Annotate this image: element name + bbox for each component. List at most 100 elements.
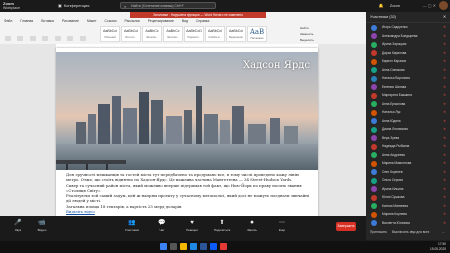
participant-row[interactable]: Дарья Кирилова ✕ bbox=[366, 49, 450, 58]
tab-review[interactable]: Рецензирование bbox=[148, 19, 174, 23]
video-button[interactable]: 📹 Видео bbox=[30, 219, 54, 232]
tab-insert[interactable]: Вставка bbox=[41, 19, 54, 23]
tab-layout[interactable]: Макет bbox=[87, 19, 97, 23]
document-page[interactable]: Хадсон Ярдс Для зручності мешканців та г… bbox=[56, 48, 318, 216]
participant-row[interactable]: Наталья Воронова ✕ bbox=[366, 74, 450, 83]
participant-row[interactable]: Виолетта Юганова ✕ bbox=[366, 219, 450, 228]
photo-title: Хадсон Ярдс bbox=[243, 60, 310, 71]
align-left-icon[interactable] bbox=[67, 36, 74, 41]
avatar[interactable] bbox=[439, 1, 448, 10]
zoom-icon[interactable] bbox=[210, 243, 217, 250]
avatar bbox=[371, 160, 377, 167]
participant-row[interactable]: Александра Болдырева ✕ bbox=[366, 32, 450, 41]
participant-name: Наталья Воронова bbox=[382, 76, 410, 80]
italic-icon[interactable] bbox=[42, 36, 49, 41]
style-title[interactable]: AaB Название bbox=[247, 26, 267, 42]
editing-tools: Найти Заменить Выделить bbox=[300, 26, 314, 42]
participant-row[interactable]: Ксения Матвеева ✕ bbox=[366, 202, 450, 211]
share-button[interactable]: ⬆ Поделиться bbox=[210, 219, 234, 232]
system-clock[interactable]: 17:50 15.05.2025 bbox=[430, 242, 446, 251]
bell-icon[interactable]: 🔔 bbox=[379, 3, 384, 8]
replace-button[interactable]: Заменить bbox=[300, 32, 314, 36]
participant-row[interactable]: Маргарита Бакшина ✕ bbox=[366, 91, 450, 100]
bold-icon[interactable] bbox=[29, 36, 36, 41]
style-subtitle[interactable]: AaBbCcD Подзагол... bbox=[184, 26, 204, 42]
tab-home[interactable]: Главная bbox=[20, 19, 33, 23]
record-button[interactable]: ⏺ Запись bbox=[240, 219, 264, 232]
style-emphasis[interactable]: AaBbCcl Слабое в... bbox=[205, 26, 225, 42]
style-heading2[interactable]: AaBbCc Заголов... bbox=[163, 26, 183, 42]
invite-button[interactable]: Пригласить bbox=[370, 230, 387, 234]
participant-row[interactable]: Марина Мамонтова ✕ bbox=[366, 159, 450, 168]
participant-row[interactable]: Анна Ермолова ✕ bbox=[366, 100, 450, 109]
record-icon: ⏺ bbox=[250, 220, 254, 226]
participant-row[interactable]: Ольга Серова ✕ bbox=[366, 176, 450, 185]
avatar bbox=[371, 41, 377, 48]
participant-row[interactable]: Анна Синякова ✕ bbox=[366, 66, 450, 75]
participant-row[interactable]: Олег Коренев ✕ bbox=[366, 168, 450, 177]
font-tools bbox=[4, 28, 94, 59]
participant-row[interactable]: Диана Лесникова ✕ bbox=[366, 125, 450, 134]
browser-icon[interactable] bbox=[190, 243, 197, 250]
participant-row[interactable]: Игорь Сидоренко ✕ bbox=[366, 23, 450, 32]
paragraph: Для зручності мешканців та гостей міста … bbox=[66, 172, 300, 183]
tab-draw[interactable]: Рисование bbox=[62, 19, 79, 23]
app-icon[interactable] bbox=[220, 243, 227, 250]
participant-row[interactable]: Кирилл Карахов ✕ bbox=[366, 57, 450, 66]
participant-row[interactable]: Анна Юдина ✕ bbox=[366, 117, 450, 126]
participant-name: Маргарита Бакшина bbox=[382, 93, 412, 97]
style-highlight[interactable]: AaBbCcl Выделение bbox=[226, 26, 246, 42]
participant-row[interactable]: Анна Андреева ✕ bbox=[366, 151, 450, 160]
close-icon[interactable]: ✕ bbox=[443, 12, 446, 22]
folder-icon[interactable] bbox=[180, 243, 187, 250]
paste-icon[interactable] bbox=[5, 36, 11, 41]
participant-name: Диана Лесникова bbox=[382, 127, 408, 131]
participant-row[interactable]: Ирина Зароцкая ✕ bbox=[366, 40, 450, 49]
font-select[interactable] bbox=[17, 36, 24, 41]
avatar bbox=[371, 211, 377, 218]
word-icon[interactable] bbox=[200, 243, 207, 250]
style-no-spacing[interactable]: AaBbCcl Без инт... bbox=[121, 26, 141, 42]
participant-row[interactable]: Ирина Ильина ✕ bbox=[366, 185, 450, 194]
window-controls[interactable]: — ▢ ✕ bbox=[423, 3, 436, 8]
end-meeting-button[interactable]: Завершить bbox=[336, 222, 356, 231]
tab-references[interactable]: Ссылки bbox=[105, 19, 117, 23]
style-heading1[interactable]: AaBbCc Заголов... bbox=[142, 26, 162, 42]
more-options-button[interactable]: ... bbox=[442, 230, 445, 234]
participant-name: Надежда Рыбкина bbox=[382, 144, 410, 148]
mute-all-button[interactable]: Выключить звук для всех bbox=[392, 230, 429, 234]
muted-mic-icon: ✕ bbox=[443, 144, 446, 148]
city-photo[interactable]: Хадсон Ярдс bbox=[56, 52, 318, 170]
select-button[interactable]: Выделить bbox=[300, 38, 314, 42]
tab-mailings[interactable]: Рассылки bbox=[124, 19, 139, 23]
align-center-icon[interactable] bbox=[79, 36, 86, 41]
search-input[interactable]: ⌕ Найти (Сочетание клавиш) Ctrl+F bbox=[120, 2, 216, 9]
participant-row[interactable]: Наталья Лук ✕ bbox=[366, 108, 450, 117]
participants-icon: 👥 bbox=[128, 220, 136, 226]
tab-view[interactable]: Вид bbox=[182, 19, 188, 23]
underline-icon[interactable] bbox=[54, 36, 61, 41]
paragraph: Реалізуючи той самий задум, цей ж напрям… bbox=[66, 193, 310, 204]
participant-row[interactable]: Юлия Сушкова ✕ bbox=[366, 193, 450, 202]
taskbar-search-icon[interactable] bbox=[170, 243, 177, 250]
mic-button[interactable]: 🎤 Звук bbox=[6, 219, 30, 232]
start-icon[interactable] bbox=[160, 243, 167, 250]
participant-row[interactable]: Надежда Рыбкина ✕ bbox=[366, 142, 450, 151]
more-button[interactable]: ⋯ Ещё bbox=[270, 219, 294, 232]
document-link[interactable]: Виділіть відео bbox=[66, 209, 95, 214]
participant-row[interactable]: Евгения Шатова ✕ bbox=[366, 83, 450, 92]
tab-help[interactable]: Справка bbox=[196, 19, 209, 23]
style-normal[interactable]: AaBbCcl Обычный bbox=[100, 26, 120, 42]
avatar bbox=[371, 143, 377, 150]
participant-row[interactable]: Вера Зуева ✕ bbox=[366, 134, 450, 143]
conference-indicator[interactable]: ▣ Конференция bbox=[58, 3, 89, 8]
participant-row[interactable]: Марина Корнева ✕ bbox=[366, 210, 450, 219]
find-button[interactable]: Найти bbox=[300, 26, 314, 30]
participants-button[interactable]: 👥 Участники bbox=[120, 219, 144, 232]
chat-button[interactable]: 💬 Чат bbox=[150, 219, 174, 232]
video-icon: ▣ bbox=[58, 3, 62, 8]
tab-file[interactable]: Файл bbox=[4, 19, 12, 23]
reaction-button[interactable]: ♥ Реакции bbox=[180, 219, 204, 232]
document-text[interactable]: Для зручності мешканців та гостей міста … bbox=[66, 172, 312, 214]
user-menu[interactable]: Zoom bbox=[390, 3, 400, 8]
